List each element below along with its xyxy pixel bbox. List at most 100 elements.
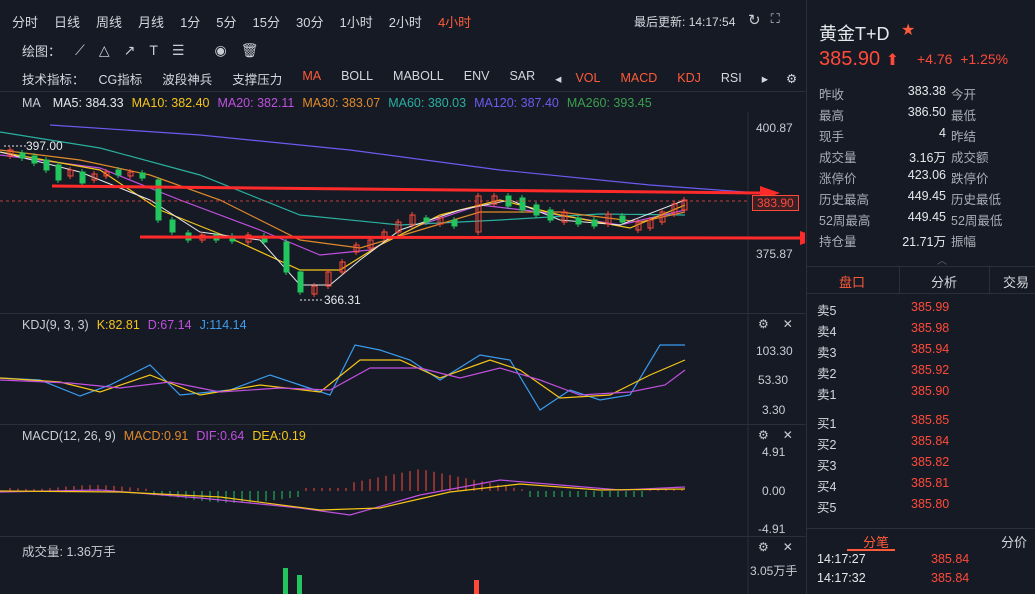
- kdj-close-icon[interactable]: ✕: [783, 317, 793, 331]
- book-level: 买5: [817, 501, 837, 515]
- book-row: 卖3 385.94: [817, 342, 1027, 363]
- tab-divider: [899, 267, 900, 293]
- macd-axis-mid: 0.00: [762, 484, 786, 498]
- stat-label: 振幅: [951, 235, 977, 249]
- candle: [591, 219, 598, 227]
- stat-row: 最高386.50最低3: [819, 105, 1035, 126]
- macd-legend-item: DIF:0.64: [196, 429, 245, 443]
- macd-settings-icon[interactable]: ⚙: [758, 428, 769, 442]
- book-price: 385.92: [911, 363, 950, 377]
- stat-label: 跌停价: [951, 172, 989, 186]
- tab-divider: [989, 267, 990, 293]
- stat-label: 52周最低: [951, 214, 1003, 228]
- book-row: 卖2 385.92: [817, 363, 1027, 384]
- vol-close-icon[interactable]: ✕: [783, 540, 793, 554]
- macd-legend: MACD(12, 26, 9) MACD:0.91 DIF:0.64 DEA:0.19: [22, 429, 314, 443]
- tab-price-dist[interactable]: 分价: [1001, 532, 1027, 551]
- stat-label: 现手: [819, 130, 845, 144]
- kdj-legend-item: K:82.81: [96, 318, 140, 332]
- support-arrowhead: [800, 231, 805, 245]
- book-level: 卖4: [817, 325, 837, 339]
- volume-bar: [297, 575, 302, 594]
- candle: [139, 172, 146, 179]
- trade-list: 14:17:27 385.84 14:17:32 385.84: [817, 552, 1027, 590]
- quote-tabs: 盘口 分析 交易: [807, 266, 1035, 294]
- book-level: 卖3: [817, 346, 837, 360]
- trade-row: 14:17:32 385.84: [817, 571, 1027, 590]
- book-price: 385.80: [911, 497, 950, 511]
- kdj-k-line: [0, 359, 686, 399]
- quote-panel: 黄金T+D ★ 385.90 ⬆ +4.76 +1.25% 昨收 383.38 今开…: [806, 0, 1035, 594]
- macd-dea-line: [0, 483, 686, 511]
- chart-area: 分时 日线 周线 月线 1分 5分 15分 30分 1小时 2小时 4小时 最后更新: 14:17:…: [0, 0, 805, 594]
- macd-close-icon[interactable]: ✕: [783, 428, 793, 442]
- book-level: 买2: [817, 438, 837, 452]
- ma20-line: [0, 154, 686, 256]
- macd-legend-item: MACD(12, 26, 9): [22, 429, 116, 443]
- kdj-settings-icon[interactable]: ⚙: [758, 317, 769, 331]
- star-icon[interactable]: ★: [901, 20, 915, 40]
- quote-tab-1[interactable]: 分析: [931, 272, 957, 291]
- stat-row: 昨收383.38今开3: [819, 84, 1035, 105]
- book-level: 卖5: [817, 304, 837, 318]
- trade-tabs: 分笔 分价: [807, 528, 1035, 551]
- trade-time: 14:17:27: [817, 552, 866, 566]
- ma30-line: [0, 149, 686, 249]
- collapse-icon[interactable]: ︿: [937, 252, 947, 267]
- stat-row: 持仓量 21.71万 振幅: [819, 231, 1035, 252]
- stat-row: 成交量3.16万成交额12: [819, 147, 1035, 168]
- stat-label: 历史最低: [951, 193, 1002, 207]
- kdj-legend-item: KDJ(9, 3, 3): [22, 318, 89, 332]
- stat-label: 成交额: [951, 151, 989, 165]
- kdj-axis-top: 103.30: [756, 344, 793, 358]
- candle: [283, 241, 290, 273]
- arrow-up-icon: ⬆: [885, 52, 900, 69]
- book-level: 买3: [817, 459, 837, 473]
- book-row: 买3 385.82: [817, 455, 1027, 476]
- chart-canvas: [0, 112, 805, 594]
- macd-axis-top: 4.91: [762, 445, 786, 459]
- volume-legend: 成交量: 1.36万手: [22, 545, 116, 559]
- book-price: 385.85: [911, 413, 950, 427]
- book-price: 385.82: [911, 455, 950, 469]
- vol-settings-icon[interactable]: ⚙: [758, 540, 769, 554]
- book-level: 买4: [817, 480, 837, 494]
- book-level: 买1: [817, 417, 837, 431]
- candle: [547, 209, 554, 221]
- stat-label: 最高: [819, 109, 845, 123]
- macd-legend-item: DEA:0.19: [252, 429, 306, 443]
- book-level: 卖1: [817, 388, 837, 402]
- stat-label: 昨结: [951, 130, 977, 144]
- book-row: 买5 385.80: [817, 497, 1027, 518]
- trade-time: 14:17:32: [817, 571, 866, 585]
- volume-bar: [474, 580, 479, 594]
- kdj-axis-mid: 53.30: [758, 373, 789, 387]
- candle: [619, 215, 626, 223]
- macd-legend-item: MACD:0.91: [123, 429, 189, 443]
- quote-tab-0[interactable]: 盘口: [839, 272, 865, 291]
- volume-axis: 3.05万手: [750, 564, 798, 578]
- trade-row: 14:17:27 385.84: [817, 552, 1027, 571]
- quote-tab-2[interactable]: 交易: [1003, 272, 1029, 291]
- book-price: 385.90: [911, 384, 950, 398]
- stat-label: 今开: [951, 88, 977, 102]
- stat-label: 持仓量: [819, 235, 857, 249]
- candle: [55, 164, 62, 181]
- stat-value: 383.38: [907, 84, 946, 98]
- candle: [31, 155, 38, 164]
- instrument-name: 黄金T+D: [819, 24, 890, 44]
- stat-value: 4: [939, 126, 946, 140]
- book-row: 买1 385.85: [817, 413, 1027, 434]
- book-price: 385.84: [911, 434, 950, 448]
- candle: [533, 204, 540, 216]
- macd-axis-bottom: -4.91: [758, 522, 786, 536]
- book-row: 买4 385.81: [817, 476, 1027, 497]
- book-price: 385.81: [911, 476, 950, 490]
- kdj-j-line: [0, 344, 685, 411]
- book-level: 卖2: [817, 367, 837, 381]
- stat-value: 449.45: [907, 210, 946, 224]
- candle: [297, 271, 304, 293]
- book-price: 385.94: [911, 342, 950, 356]
- kdj-axis-bottom: 3.30: [762, 403, 786, 417]
- book-row: 卖5 385.99: [817, 300, 1027, 321]
